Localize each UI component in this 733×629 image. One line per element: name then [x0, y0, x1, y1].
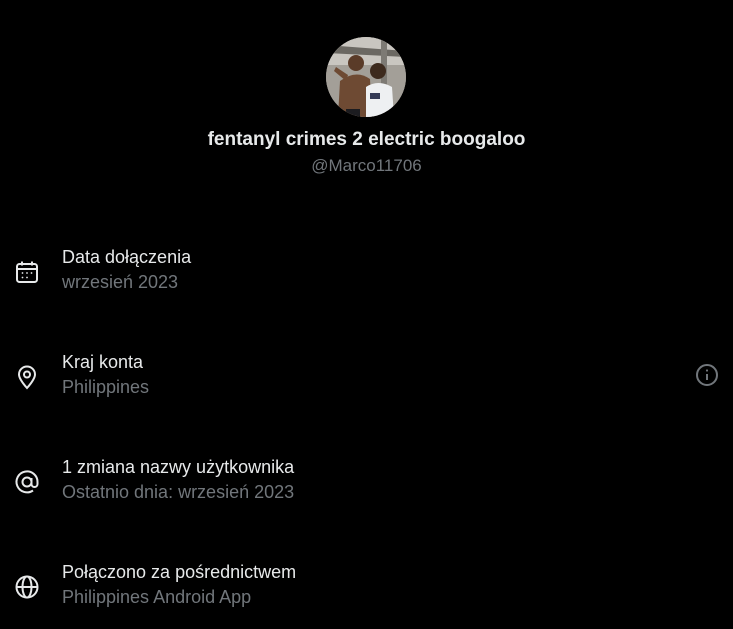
connected-via-value: Philippines Android App — [62, 587, 252, 607]
username-changes-label: 1 zmiana nazwy użytkownika — [62, 457, 295, 477]
display-name: fentanyl crimes 2 electric boogaloo — [207, 129, 526, 150]
info-icon[interactable] — [695, 363, 719, 387]
username-changes-value: Ostatnio dnia: wrzesień 2023 — [62, 482, 295, 502]
about-row-account-country: Kraj konta Philippines — [0, 350, 733, 410]
globe-icon — [14, 574, 40, 600]
connected-via-label: Połączono za pośrednictwem — [62, 562, 297, 582]
location-pin-icon — [14, 364, 40, 390]
about-row-username-changes: 1 zmiana nazwy użytkownika Ostatnio dnia… — [0, 455, 733, 515]
calendar-icon — [14, 259, 40, 285]
account-country-label: Kraj konta — [62, 352, 144, 372]
username-handle: @Marco11706 — [311, 156, 422, 175]
account-country-value: Philippines — [62, 377, 150, 397]
avatar[interactable] — [326, 37, 406, 117]
about-row-join-date: Data dołączenia wrzesień 2023 — [0, 245, 733, 305]
at-sign-icon — [14, 469, 40, 495]
about-row-connected-via: Połączono za pośrednictwem Philippines A… — [0, 560, 733, 620]
join-date-label: Data dołączenia — [62, 247, 192, 267]
join-date-value: wrzesień 2023 — [62, 272, 179, 292]
